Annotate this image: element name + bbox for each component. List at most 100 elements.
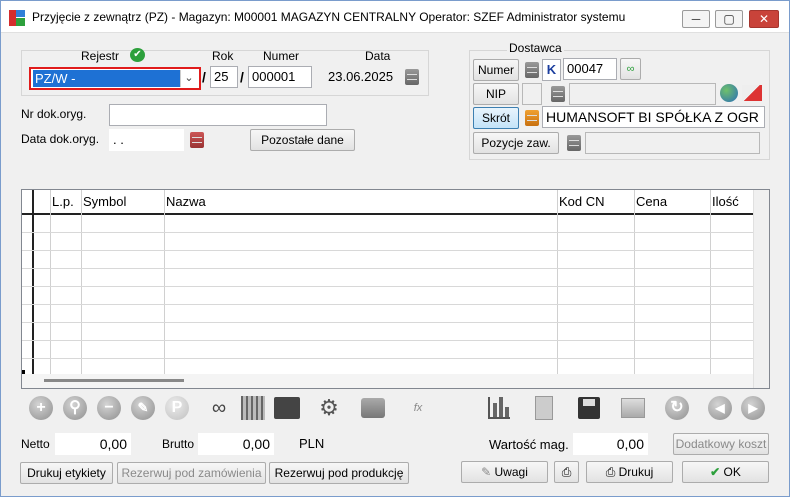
main-window: Przyjęcie z zewnątrz (PZ) - Magazyn: M00… — [0, 0, 790, 497]
document-icon[interactable] — [529, 393, 559, 423]
col-nazwa[interactable]: Nazwa — [166, 194, 206, 209]
dodatkowy-koszt-button[interactable]: Dodatkowy koszt — [673, 433, 769, 455]
grid-col-line — [164, 190, 165, 374]
save-icon[interactable] — [574, 393, 604, 423]
calendar-icon-2[interactable] — [190, 132, 204, 148]
check-icon: ✔ — [130, 48, 145, 62]
globe-icon[interactable] — [720, 84, 738, 102]
add-icon[interactable]: + — [26, 393, 56, 423]
binoculars-icon[interactable]: ∞ — [204, 393, 234, 423]
brutto-label: Brutto — [162, 437, 195, 451]
grid-row-line — [22, 322, 754, 323]
maximize-button[interactable]: ▢ — [715, 10, 743, 28]
rezerwuj-zamowienia-button[interactable]: Rezerwuj pod zamówienia — [117, 462, 266, 484]
netto-value: 0,00 — [55, 433, 131, 455]
numer-field[interactable]: 000001 — [248, 66, 312, 88]
currency-label: PLN — [299, 436, 325, 451]
close-button[interactable]: ✕ — [749, 10, 779, 28]
rezerwuj-produkcje-button[interactable]: Rezerwuj pod produkcję — [269, 462, 409, 484]
fx-label: fx — [413, 402, 423, 414]
next-icon[interactable]: ▶ — [738, 393, 768, 423]
database-icon[interactable] — [525, 62, 539, 78]
dostawca-title: Dostawca — [507, 41, 564, 55]
nr-dok-field[interactable] — [109, 104, 327, 126]
fx-icon[interactable]: fx — [403, 393, 433, 423]
data-dok-field[interactable]: . . — [109, 129, 184, 151]
pozycje-button[interactable]: Pozycje zaw. — [473, 132, 559, 154]
grid-col-line — [50, 190, 51, 374]
table-icon[interactable] — [238, 393, 268, 423]
drukuj-etykiety-button[interactable]: Drukuj etykiety — [20, 462, 113, 484]
rejestr-select[interactable]: PZ/W - ⌄ — [29, 67, 201, 90]
drukuj-label: Drukuj — [618, 465, 654, 479]
printer-settings-icon[interactable]: ⎙ — [554, 461, 579, 483]
col-kod-cn[interactable]: Kod CN — [559, 194, 605, 209]
brutto-value: 0,00 — [198, 433, 274, 455]
nip-button[interactable]: NIP — [473, 83, 519, 105]
horizontal-scrollbar[interactable] — [22, 374, 754, 388]
calendar-icon[interactable] — [405, 69, 419, 85]
prev-icon[interactable]: ◀ — [705, 393, 735, 423]
grid-row-line — [22, 340, 754, 341]
minimize-button[interactable]: ─ — [682, 10, 710, 28]
remove-icon[interactable]: − — [94, 393, 124, 423]
skrot-button[interactable]: Skrót — [473, 107, 519, 129]
data-value[interactable]: 23.06.2025 — [328, 69, 393, 84]
skrot-field[interactable]: HUMANSOFT BI SPÓŁKA Z OGR — [542, 106, 765, 128]
chevron-down-icon[interactable]: ⌄ — [180, 70, 197, 87]
grid-row-line — [22, 304, 754, 305]
glasses-icon[interactable]: ∞ — [620, 58, 641, 80]
calculator-icon[interactable] — [272, 393, 302, 423]
uwagi-button[interactable]: ✎ Uwagi — [461, 461, 548, 483]
grid-row-line — [22, 286, 754, 287]
col-lp[interactable]: L.p. — [52, 194, 74, 209]
rok-field[interactable]: 25 — [210, 66, 238, 88]
scroll-thumb[interactable] — [44, 379, 184, 382]
window-title: Przyjęcie z zewnątrz (PZ) - Magazyn: M00… — [32, 10, 626, 24]
dostawca-numer-field[interactable]: 00047 — [563, 58, 617, 80]
data-dok-label: Data dok.oryg. — [21, 132, 100, 146]
items-grid[interactable]: L.p. Symbol Nazwa Kod CN Cena Ilość — [21, 189, 770, 389]
edit-item-icon[interactable]: ✎ — [128, 393, 158, 423]
app-icon — [9, 10, 25, 26]
grid-row-line — [22, 268, 754, 269]
note-icon: ✎ — [481, 465, 495, 479]
window-icon[interactable] — [358, 393, 388, 423]
grid-col-line — [81, 190, 82, 374]
grid-row-line — [22, 358, 754, 359]
numer-button[interactable]: Numer — [473, 59, 519, 81]
numer-label: Numer — [263, 49, 300, 63]
grid-row-line — [22, 250, 754, 251]
nr-dok-label: Nr dok.oryg. — [21, 107, 87, 121]
rok-label: Rok — [212, 49, 234, 63]
refresh-icon[interactable]: ↻ — [662, 393, 692, 423]
printer-icon: ⎙ — [605, 465, 619, 479]
database-icon-3[interactable] — [525, 110, 539, 126]
copy-icon[interactable] — [618, 393, 648, 423]
col-cena[interactable]: Cena — [636, 194, 667, 209]
ok-button[interactable]: ✔ OK — [682, 461, 769, 483]
data-label: Data — [365, 49, 391, 63]
p-icon[interactable]: P — [162, 393, 192, 423]
netto-label: Netto — [21, 437, 50, 451]
col-ilosc[interactable]: Ilość — [712, 194, 739, 209]
database-icon-2[interactable] — [551, 86, 565, 102]
slash-separator-2: / — [240, 69, 244, 85]
nip-prefix-field[interactable] — [522, 83, 542, 105]
pozostale-button[interactable]: Pozostałe dane — [250, 129, 355, 151]
mail-icon[interactable] — [742, 85, 762, 101]
col-symbol[interactable]: Symbol — [83, 194, 126, 209]
vertical-scrollbar[interactable] — [753, 190, 769, 388]
nip-field[interactable] — [569, 83, 716, 105]
search-item-icon[interactable]: ⚲ — [60, 393, 90, 423]
uwagi-label: Uwagi — [494, 465, 528, 479]
pozycje-field[interactable] — [585, 132, 760, 154]
drukuj-button[interactable]: ⎙ Drukuj — [586, 461, 673, 483]
title-bar: Przyjęcie z zewnątrz (PZ) - Magazyn: M00… — [1, 1, 789, 33]
rejestr-label: Rejestr — [81, 49, 120, 63]
settings-icon[interactable]: ⚙ — [314, 393, 344, 423]
check-icon-ok: ✔ — [710, 465, 724, 479]
slash-separator: / — [202, 69, 206, 85]
chart-icon[interactable] — [484, 393, 514, 423]
database-icon-4[interactable] — [567, 135, 581, 151]
